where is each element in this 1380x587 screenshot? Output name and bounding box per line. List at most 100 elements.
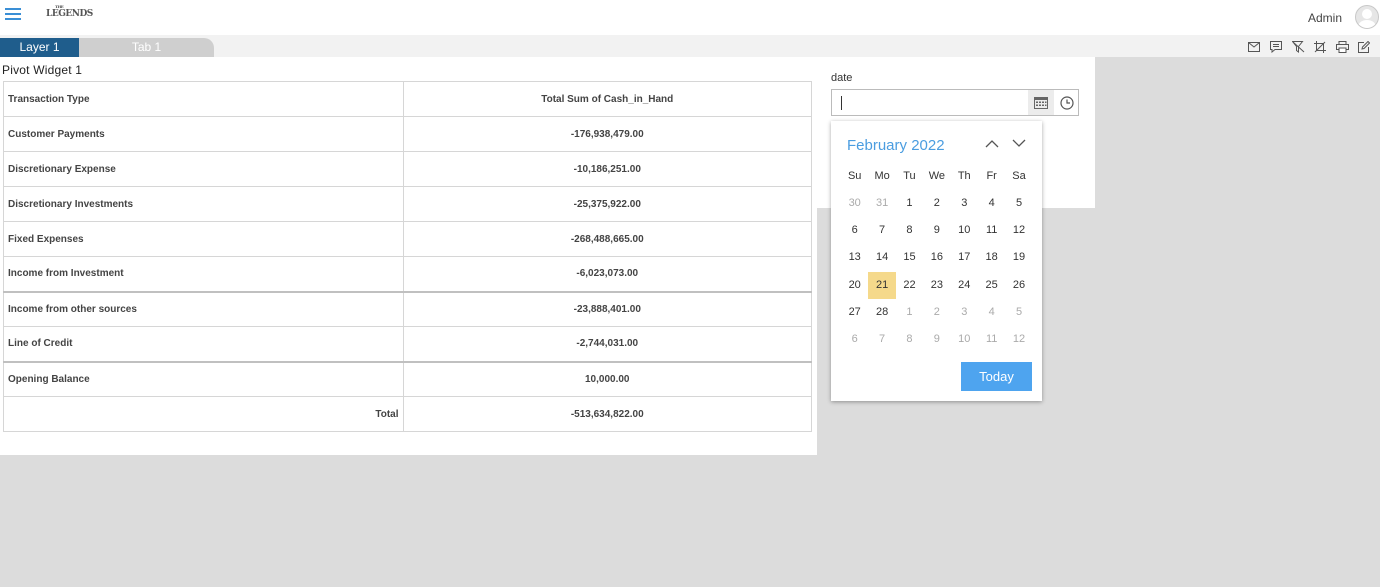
table-row: Discretionary Expense -10,186,251.00 — [3, 151, 812, 187]
logo: THE LEGENDS — [46, 4, 93, 19]
row-label: Income from Investment — [3, 256, 404, 292]
calendar-day[interactable]: 2 — [923, 299, 950, 326]
top-bar: THE LEGENDS Admin — [0, 0, 1380, 35]
edit-icon[interactable] — [1356, 40, 1372, 54]
calendar-day[interactable]: 11 — [978, 217, 1005, 244]
text-caret — [841, 96, 842, 110]
calendar-day[interactable]: 1 — [896, 190, 923, 217]
calendar-week: 6 7 8 9 10 11 12 — [841, 326, 1033, 353]
calendar-day-selected[interactable]: 21 — [868, 271, 896, 299]
calendar-day[interactable]: 28 — [868, 299, 895, 326]
calendar-week: 13 14 15 16 17 18 19 — [841, 244, 1033, 271]
chevron-up-icon[interactable] — [984, 136, 1000, 150]
tab-tab-1[interactable]: Tab 1 — [79, 38, 214, 57]
calendar-day[interactable]: 7 — [868, 217, 895, 244]
date-label: date — [831, 72, 853, 84]
widget-title: Pivot Widget 1 — [2, 63, 83, 77]
calendar-day[interactable]: 14 — [868, 244, 895, 271]
calendar-month-title[interactable]: February 2022 — [847, 137, 945, 154]
weekday-label: Fr — [986, 170, 997, 182]
calendar-day[interactable]: 18 — [978, 244, 1005, 271]
calendar-day[interactable]: 9 — [923, 217, 950, 244]
row-label: Discretionary Investments — [3, 186, 404, 222]
calendar-day[interactable]: 3 — [951, 299, 978, 326]
filter-clear-icon[interactable] — [1290, 40, 1306, 54]
calendar-week: 6 7 8 9 10 11 12 — [841, 217, 1033, 244]
calendar-days-grid: 30 31 1 2 3 4 5 6 7 8 9 10 11 12 13 14 1… — [841, 190, 1033, 353]
calendar-day[interactable]: 2 — [923, 190, 950, 217]
calendar-day[interactable]: 5 — [1005, 190, 1032, 217]
weekday-label: Sa — [1012, 170, 1026, 182]
date-field[interactable] — [831, 89, 1079, 117]
total-row: Total -513,634,822.00 — [3, 396, 812, 432]
table-row: Income from Investment -6,023,073.00 — [3, 256, 812, 292]
calendar-week: 20 21 22 23 24 25 26 — [841, 271, 1033, 299]
calendar-day[interactable]: 31 — [868, 190, 895, 217]
tab-layer-1[interactable]: Layer 1 — [0, 38, 79, 57]
row-label: Line of Credit — [3, 326, 404, 362]
calendar-day[interactable]: 13 — [841, 244, 868, 271]
print-icon[interactable] — [1334, 40, 1350, 54]
calendar-day[interactable]: 24 — [951, 272, 978, 299]
weekday-label: We — [928, 170, 946, 182]
calendar-day[interactable]: 1 — [896, 299, 923, 326]
calendar-day[interactable]: 8 — [896, 326, 923, 353]
row-value: -6,023,073.00 — [402, 256, 812, 292]
calendar-day[interactable]: 30 — [841, 190, 868, 217]
date-input[interactable] — [832, 90, 1031, 117]
calendar-day[interactable]: 8 — [896, 217, 923, 244]
weekday-label: Mo — [874, 170, 890, 182]
logo-text: LEGENDS — [46, 9, 93, 19]
calendar-popup: February 2022 Su Mo Tu We Th Fr Sa 30 31… — [831, 121, 1042, 401]
user-name[interactable]: Admin — [1308, 11, 1342, 25]
row-value: -23,888,401.00 — [402, 290, 812, 327]
calendar-day[interactable]: 25 — [978, 272, 1005, 299]
calendar-day[interactable]: 23 — [923, 272, 950, 299]
comment-icon[interactable] — [1268, 40, 1284, 54]
calendar-day[interactable]: 4 — [978, 299, 1005, 326]
calendar-day[interactable]: 22 — [896, 272, 923, 299]
calendar-day[interactable]: 12 — [1005, 326, 1032, 353]
table-row: Discretionary Investments -25,375,922.00 — [3, 186, 812, 222]
weekday-label: Th — [957, 170, 971, 182]
row-value: -10,186,251.00 — [402, 151, 812, 187]
calendar-day[interactable]: 9 — [923, 326, 950, 353]
calendar-day[interactable]: 11 — [978, 326, 1005, 353]
calendar-day[interactable]: 27 — [841, 299, 868, 326]
calendar-day[interactable]: 7 — [868, 326, 895, 353]
logo-small-text: THE — [55, 4, 64, 9]
calendar-day[interactable]: 20 — [841, 272, 868, 299]
calendar-day[interactable]: 17 — [951, 244, 978, 271]
calendar-day[interactable]: 6 — [841, 217, 868, 244]
calendar-day[interactable]: 26 — [1005, 272, 1032, 299]
row-label: Opening Balance — [3, 360, 404, 397]
clock-icon[interactable] — [1055, 90, 1079, 115]
calendar-day[interactable]: 10 — [951, 217, 978, 244]
calendar-day[interactable]: 15 — [896, 244, 923, 271]
column-header[interactable]: Total Sum of Cash_in_Hand — [402, 81, 812, 117]
row-value: -268,488,665.00 — [402, 221, 812, 257]
calendar-week: 27 28 1 2 3 4 5 — [841, 299, 1033, 326]
row-value: -25,375,922.00 — [402, 186, 812, 222]
mail-icon[interactable] — [1246, 40, 1262, 54]
calendar-day[interactable]: 4 — [978, 190, 1005, 217]
table-row: Fixed Expenses -268,488,665.00 — [3, 221, 812, 257]
calendar-day[interactable]: 5 — [1005, 299, 1032, 326]
total-label: Total — [3, 396, 404, 432]
calendar-day[interactable]: 16 — [923, 244, 950, 271]
menu-icon[interactable] — [5, 8, 21, 22]
column-header[interactable]: Transaction Type — [3, 81, 404, 117]
chevron-down-icon[interactable] — [1011, 136, 1027, 150]
calendar-day[interactable]: 6 — [841, 326, 868, 353]
calendar-day[interactable]: 12 — [1005, 217, 1032, 244]
calendar-day[interactable]: 3 — [951, 190, 978, 217]
today-button[interactable]: Today — [961, 362, 1032, 391]
avatar-icon[interactable] — [1355, 5, 1379, 29]
table-row: Line of Credit -2,744,031.00 — [3, 326, 812, 362]
calendar-day[interactable]: 19 — [1005, 244, 1032, 271]
crop-icon[interactable] — [1312, 40, 1328, 54]
calendar-icon[interactable] — [1028, 90, 1054, 115]
calendar-day[interactable]: 10 — [951, 326, 978, 353]
weekday-label: Su — [847, 170, 862, 182]
row-value: 10,000.00 — [402, 360, 812, 397]
